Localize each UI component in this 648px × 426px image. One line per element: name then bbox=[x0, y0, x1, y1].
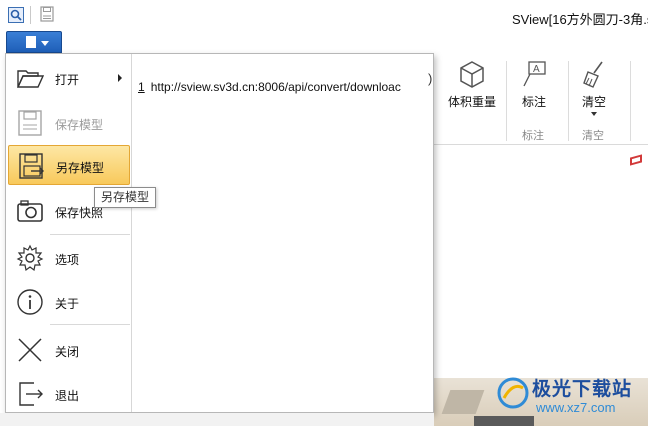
menu-item-exit[interactable]: 退出 bbox=[8, 374, 130, 414]
menu-item-close[interactable]: 关闭 bbox=[8, 330, 130, 370]
info-icon bbox=[17, 289, 43, 315]
title-bar: SView[16方外圆刀-3角.st bbox=[0, 0, 648, 30]
menu-item-options[interactable]: 选项 bbox=[8, 238, 130, 278]
volume-weight-label: 体积重量 bbox=[447, 95, 496, 109]
model-marker bbox=[630, 154, 642, 166]
watermark-text: 极光下载站 bbox=[532, 379, 633, 400]
menu-item-label: 选项 bbox=[55, 253, 80, 267]
menu-item-save-model[interactable]: 保存模型 bbox=[8, 103, 130, 143]
recent-file-path: http://sview.sv3d.cn:8006/api/convert/do… bbox=[150, 80, 401, 94]
save-as-icon bbox=[19, 153, 44, 179]
exit-icon bbox=[19, 382, 43, 406]
close-icon bbox=[18, 338, 42, 362]
document-icon bbox=[26, 36, 36, 48]
menu-item-save-as[interactable]: 另存模型 bbox=[8, 145, 130, 185]
clear-group-label: 清空 bbox=[582, 130, 604, 142]
file-menu-panel: 打开 保存模型 另存模型 保存快照 选项 关于 关闭 退出 1 http://s… bbox=[5, 53, 434, 413]
gear-icon bbox=[16, 244, 44, 272]
save-icon[interactable] bbox=[40, 6, 54, 22]
recent-file-number: 1 bbox=[138, 80, 145, 94]
menu-separator bbox=[50, 234, 130, 235]
menu-item-label: 退出 bbox=[55, 389, 80, 403]
status-strip bbox=[0, 413, 434, 426]
folder-open-icon bbox=[16, 70, 44, 88]
volume-weight-button[interactable]: 体积重量 bbox=[444, 59, 500, 110]
menu-separator bbox=[50, 324, 130, 325]
menu-item-label: 打开 bbox=[55, 73, 80, 87]
file-menu-button[interactable] bbox=[6, 31, 62, 53]
clear-button[interactable]: 清空 bbox=[574, 59, 614, 116]
chevron-down-icon bbox=[41, 41, 49, 46]
menu-item-label: 关闭 bbox=[55, 345, 80, 359]
ribbon-group-separator bbox=[568, 61, 569, 141]
annotation-icon: A bbox=[523, 61, 546, 87]
submenu-arrow-icon bbox=[118, 74, 122, 82]
menu-item-label: 保存模型 bbox=[55, 118, 104, 132]
ribbon-partial-glyph: ) bbox=[428, 71, 433, 86]
dropdown-arrow-icon bbox=[591, 112, 597, 116]
menu-item-open[interactable]: 打开 bbox=[8, 58, 130, 98]
clear-label: 清空 bbox=[581, 95, 606, 109]
svg-text:A: A bbox=[533, 64, 540, 75]
save-icon bbox=[18, 110, 42, 136]
watermark-logo-icon bbox=[497, 377, 529, 409]
broom-icon bbox=[583, 61, 603, 88]
ribbon-group-separator bbox=[630, 61, 631, 141]
file-menu-commands: 打开 保存模型 另存模型 保存快照 选项 关于 关闭 退出 bbox=[6, 54, 132, 412]
annotate-button[interactable]: A 标注 bbox=[514, 59, 554, 110]
annotate-group-label: 标注 bbox=[522, 130, 544, 142]
camera-icon bbox=[17, 200, 43, 222]
watermark-url: www.xz7.com bbox=[536, 400, 616, 415]
ribbon: 体积重量 A 标注 标注 清空 清空 bbox=[434, 53, 648, 145]
menu-item-label: 关于 bbox=[55, 297, 80, 311]
recent-file-item[interactable]: 1 http://sview.sv3d.cn:8006/api/convert/d… bbox=[138, 80, 430, 94]
save-as-tooltip: 另存模型 bbox=[94, 187, 157, 208]
menu-item-label: 另存模型 bbox=[56, 161, 105, 175]
watermark: 极光下载站 www.xz7.com bbox=[496, 372, 646, 424]
window-title: SView[16方外圆刀-3角.st bbox=[512, 12, 648, 27]
cube-icon bbox=[460, 61, 484, 88]
app-icon[interactable] bbox=[8, 7, 24, 23]
annotate-label: 标注 bbox=[521, 95, 546, 109]
ribbon-group-separator bbox=[506, 61, 507, 141]
quick-access-separator bbox=[30, 6, 31, 24]
menu-item-about[interactable]: 关于 bbox=[8, 282, 130, 322]
